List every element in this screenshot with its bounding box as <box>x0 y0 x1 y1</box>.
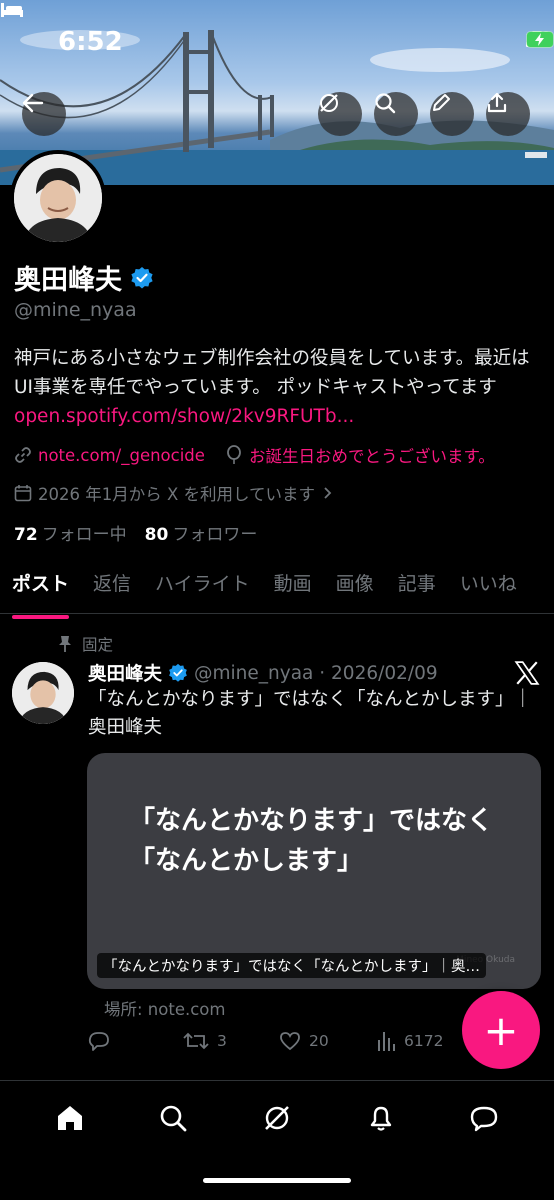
back-button[interactable] <box>22 92 66 136</box>
edit-button[interactable] <box>430 92 474 136</box>
messages-icon <box>470 1106 498 1132</box>
joined-text: 2026 年1月から X を利用しています <box>38 485 316 504</box>
chevron-right-icon <box>324 487 332 499</box>
tab-posts[interactable]: ポスト <box>0 562 81 619</box>
card-caption: 「なんとかなります」ではなく「なんとかします」｜奥… <box>97 953 486 978</box>
repost-icon <box>183 1032 209 1050</box>
nav-search[interactable] <box>149 1094 197 1142</box>
battery-charging-icon <box>526 31 554 48</box>
bio-link[interactable]: open.spotify.com/show/2kv9RFUTb... <box>14 406 354 427</box>
birthday-text: お誕生日おめでとうございます。 <box>248 447 495 466</box>
tab-likes[interactable]: いいね <box>448 562 529 613</box>
grok-icon <box>265 1106 289 1130</box>
views-count: 6172 <box>404 1032 444 1050</box>
following-label: フォロー中 <box>41 525 127 545</box>
home-icon <box>57 1106 82 1130</box>
tab-articles[interactable]: 記事 <box>386 562 448 613</box>
card-title: 「なんとかなります」ではなく「なんとかします」 <box>129 806 494 876</box>
reply-icon <box>88 1032 109 1051</box>
follow-stats: 72 フォロー中 80 フォロワー <box>14 520 257 545</box>
avatar-photo <box>14 154 102 242</box>
following-link[interactable]: 72 フォロー中 <box>14 520 127 545</box>
x-logo-icon <box>514 661 540 685</box>
nav-divider <box>0 1080 554 1081</box>
profile-avatar[interactable] <box>10 150 106 246</box>
share-button[interactable] <box>486 92 530 136</box>
post-author[interactable]: 奥田峰夫 <box>88 660 162 686</box>
edit-icon <box>433 94 450 111</box>
tab-highlights[interactable]: ハイライト <box>143 562 262 613</box>
status-time: 6:52 <box>58 27 123 57</box>
heart-icon <box>280 1032 300 1051</box>
profile-tabs: ポスト 返信 ハイライト 動画 画像 記事 いいね <box>0 562 554 619</box>
followers-label: フォロワー <box>172 525 258 545</box>
tab-videos[interactable]: 動画 <box>262 562 324 613</box>
views-chart-icon <box>378 1032 395 1051</box>
search-button[interactable] <box>374 92 418 136</box>
profile-name-row: 奥田峰夫 <box>14 258 154 297</box>
pinned-label: 固定 <box>82 636 114 654</box>
share-icon <box>487 92 507 113</box>
notifications-icon <box>370 1106 391 1131</box>
birthday-item: お誕生日おめでとうございます。 <box>225 443 495 467</box>
calendar-icon <box>14 485 32 502</box>
post-avatar[interactable] <box>12 662 74 724</box>
pin-icon <box>59 636 71 652</box>
views-button[interactable]: 6172 <box>376 1030 443 1052</box>
tab-images[interactable]: 画像 <box>324 562 386 613</box>
joined-row[interactable]: 2026 年1月から X を利用しています <box>14 481 333 505</box>
like-button[interactable]: 20 <box>279 1030 329 1052</box>
grok-icon <box>320 94 338 112</box>
verified-badge-icon[interactable] <box>130 266 154 290</box>
profile-bio: 神戸にある小さなウェブ制作会社の役員をしています。最近はUI事業を専任でやってい… <box>14 344 540 431</box>
search-icon <box>161 1105 187 1132</box>
post-meta: @mine_nyaa · 2026/02/09 <box>194 662 438 684</box>
grok-button[interactable] <box>318 92 362 136</box>
following-count: 72 <box>14 525 38 545</box>
balloon-icon <box>227 445 241 464</box>
repost-count: 3 <box>217 1032 227 1050</box>
post-avatar-photo <box>12 662 74 724</box>
nav-grok[interactable] <box>253 1094 301 1142</box>
bio-text: 神戸にある小さなウェブ制作会社の役員をしています。最近はUI事業を専任でやってい… <box>14 348 530 398</box>
followers-link[interactable]: 80 フォロワー <box>145 520 258 545</box>
link-card[interactable]: 「なんとかなります」ではなく「なんとかします」 Mineo Okuda 「なんと… <box>87 753 541 989</box>
search-icon <box>375 93 396 114</box>
post-actions: 3 20 6172 <box>88 1030 458 1056</box>
back-icon <box>22 93 44 113</box>
profile-handle: @mine_nyaa <box>14 299 137 321</box>
post-header: 奥田峰夫 @mine_nyaa · 2026/02/09 <box>88 660 438 686</box>
repost-button[interactable]: 3 <box>183 1030 227 1052</box>
profile-name: 奥田峰夫 <box>14 265 122 296</box>
card-source[interactable]: 場所: note.com <box>104 996 225 1020</box>
link-icon <box>15 447 31 463</box>
post-text: 「なんとかなります」ではなく「なんとかします」｜奥田峰夫 <box>88 689 533 738</box>
sleep-focus-icon <box>1 3 23 17</box>
nav-home[interactable] <box>46 1094 94 1142</box>
nav-messages[interactable] <box>460 1094 508 1142</box>
followers-count: 80 <box>144 525 169 545</box>
website-item[interactable]: note.com/_genocide <box>14 446 205 465</box>
profile-meta: note.com/_genocide お誕生日おめでとうございます。 <box>14 443 495 467</box>
compose-button[interactable]: + <box>462 991 540 1069</box>
reply-button[interactable] <box>88 1030 118 1052</box>
pinned-label-row: 固定 <box>58 633 113 655</box>
like-count: 20 <box>309 1032 329 1050</box>
website-link[interactable]: note.com/_genocide <box>38 446 205 465</box>
nav-notifications[interactable] <box>357 1094 405 1142</box>
bottom-nav <box>0 1088 554 1148</box>
verified-badge-icon <box>169 663 187 682</box>
tab-replies[interactable]: 返信 <box>81 562 143 613</box>
home-indicator <box>203 1178 351 1183</box>
